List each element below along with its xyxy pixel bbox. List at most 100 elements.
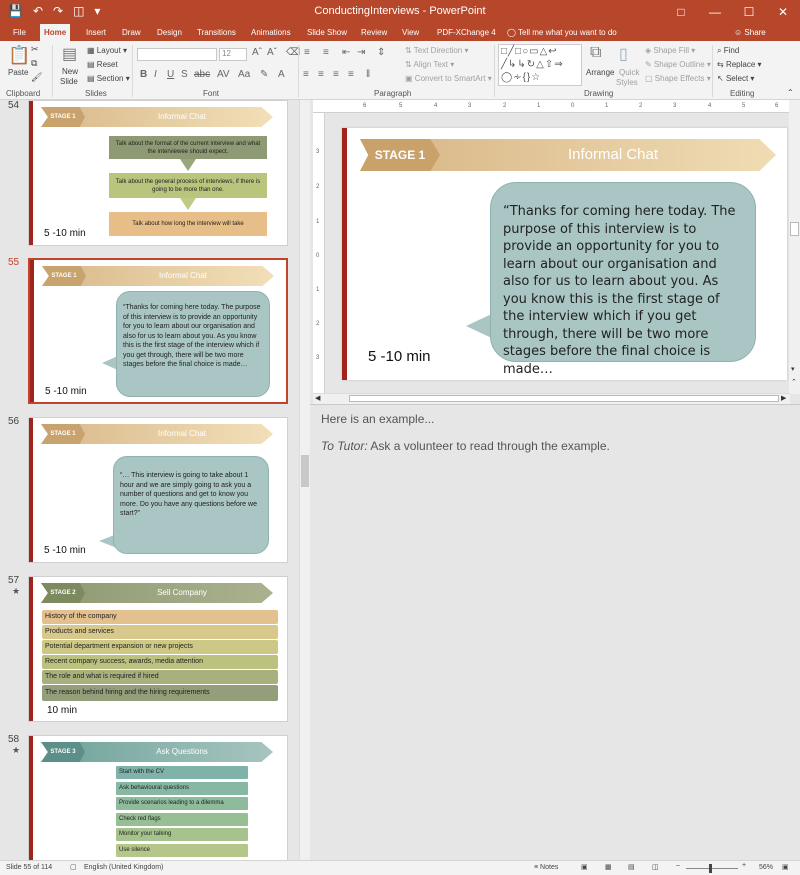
tab-transitions[interactable]: Transitions [193,24,240,41]
replace-button[interactable]: ⇆ Replace ▾ [717,60,762,69]
font-color-icon[interactable]: A [278,69,285,80]
bullets-icon[interactable]: ≡ [304,47,310,58]
align-center-icon[interactable]: ≡ [318,69,324,80]
language-label[interactable]: English (United Kingdom) [84,864,163,871]
quick-styles-label-2[interactable]: Styles [616,78,638,87]
increase-font-icon[interactable]: Aˆ [252,47,262,58]
reset-button[interactable]: ▤ Reset [87,60,118,69]
tab-design[interactable]: Design [153,24,186,41]
select-button[interactable]: ↖ Select ▾ [717,74,754,83]
font-size-box[interactable]: 12 [219,48,247,61]
quick-styles-icon[interactable]: ▯ [619,44,628,64]
spacing-icon[interactable]: AV [217,69,230,80]
shape-fill-button[interactable]: ◈ Shape Fill ▾ [645,46,695,55]
new-slide-label-1[interactable]: New [62,67,78,76]
slideshow-view-icon[interactable]: ◫ [652,863,659,871]
underline-icon[interactable]: U [167,69,174,80]
shapes-gallery[interactable]: □╱□○▭△↩ ╱↳↳↻△⇧⇒ ◯∻{}☆ [498,44,582,86]
highlight-icon[interactable]: ✎ [260,69,268,80]
tab-view[interactable]: View [398,24,423,41]
align-right-icon[interactable]: ≡ [333,69,339,80]
zoom-in-icon[interactable]: + [742,862,746,869]
increase-indent-icon[interactable]: ⇥ [357,47,365,58]
decrease-indent-icon[interactable]: ⇤ [342,47,350,58]
ribbon-display-icon[interactable]: □ [664,0,698,24]
fit-to-window-icon[interactable]: ▣ [782,863,789,871]
close-icon[interactable]: ✕ [766,0,800,24]
scroll-down-icon[interactable]: ▾ [791,365,795,373]
share-button[interactable]: ☺ Share [730,24,770,41]
italic-icon[interactable]: I [154,69,157,80]
previous-slide-icon[interactable]: ⌃ [791,378,797,386]
align-left-icon[interactable]: ≡ [303,69,309,80]
slide-sorter-icon[interactable]: ▦ [605,863,612,871]
notes-pane[interactable]: Here is an example... To Tutor: Ask a vo… [310,404,800,860]
new-slide-label-2[interactable]: Slide [60,77,78,86]
minimize-icon[interactable]: — [698,0,732,24]
scroll-right-icon[interactable]: ▶ [781,394,786,402]
decrease-font-icon[interactable]: Aˇ [267,47,277,58]
slide-thumbnail-54[interactable]: STAGE 1 Informal Chat Talk about the for… [28,100,288,246]
quote-bubble[interactable]: “Thanks for coming here today. The purpo… [490,182,756,377]
text-direction-icon: ⇅ [405,46,412,55]
tab-insert[interactable]: Insert [82,24,110,41]
new-slide-icon[interactable]: ▤ [62,44,77,64]
find-button[interactable]: ⌕ Find [717,46,739,56]
scroll-left-icon[interactable]: ◀ [315,394,320,402]
paste-button[interactable]: Paste [8,68,28,77]
zoom-out-icon[interactable]: – [676,862,680,869]
cut-icon[interactable]: ✂ [31,44,39,55]
normal-view-icon[interactable]: ▣ [581,863,588,871]
numbering-icon[interactable]: ≡ [323,47,329,58]
shadow-icon[interactable]: S [181,69,188,80]
arrange-icon[interactable]: ⧉ [590,44,601,62]
spellcheck-icon[interactable]: ▢ [70,863,77,871]
text-direction-button[interactable]: ⇅ Text Direction ▾ [405,46,469,55]
columns-icon[interactable]: ‖ [366,69,370,80]
slide-thumbnail-56[interactable]: STAGE 1 Informal Chat “… This interview … [28,417,288,563]
strikethrough-icon[interactable]: abc [194,69,210,80]
tab-slide-show[interactable]: Slide Show [303,24,351,41]
slide-thumbnail-58[interactable]: STAGE 3 Ask Questions Start with the CV … [28,735,288,860]
scrollbar-thumb[interactable] [790,222,799,236]
copy-icon[interactable]: ⧉ [31,58,37,69]
convert-smartart-button[interactable]: ▣ Convert to SmartArt ▾ [405,74,492,83]
justify-icon[interactable]: ≡ [348,69,354,80]
slide-scrollbar[interactable]: ▾ ⌃ [789,100,800,394]
quick-styles-label-1[interactable]: Quick [619,68,639,77]
zoom-level[interactable]: 56% [759,864,773,871]
maximize-icon[interactable]: ☐ [732,0,766,24]
arrange-button[interactable]: Arrange [586,68,614,77]
tab-animations[interactable]: Animations [247,24,295,41]
paste-icon[interactable]: 📋 [8,45,30,66]
duration-label[interactable]: 5 -10 min [368,348,431,365]
line-spacing-icon[interactable]: ⇕ [377,47,385,58]
horizontal-scrollbar[interactable]: ◀ ▶ [313,393,790,404]
notes-button[interactable]: ≡ Notes [534,864,558,871]
shape-effects-button[interactable]: ▢ Shape Effects ▾ [645,74,711,83]
tab-draw[interactable]: Draw [118,24,145,41]
shape-outline-button[interactable]: ✎ Shape Outline ▾ [645,60,711,69]
bold-icon[interactable]: B [140,69,147,80]
tab-home[interactable]: Home [40,24,71,41]
font-name-box[interactable] [137,48,217,61]
scrollbar-thumb[interactable] [349,395,779,402]
section-button[interactable]: ▤ Section ▾ [87,74,130,83]
slide-thumbnail-55[interactable]: STAGE 1 Informal Chat “Thanks for coming… [28,258,288,404]
tab-pdf-xchange[interactable]: PDF-XChange 4 [433,24,500,41]
tab-file[interactable]: File [9,24,30,41]
reading-view-icon[interactable]: ▤ [628,863,635,871]
zoom-slider-thumb[interactable] [709,864,712,873]
thumbnail-scrollbar[interactable] [299,100,310,860]
current-slide[interactable]: STAGE 1 Informal Chat “Thanks for coming… [342,128,787,380]
change-case-icon[interactable]: Aa [238,69,250,80]
slide-thumbnail-57[interactable]: STAGE 2 Sell Company History of the comp… [28,576,288,722]
collapse-ribbon-icon[interactable]: ⌃ [787,88,794,97]
tab-review[interactable]: Review [357,24,391,41]
align-text-button[interactable]: ⇅ Align Text ▾ [405,60,454,69]
zoom-slider-track[interactable] [686,868,738,869]
format-painter-icon[interactable]: 🖌 [31,72,42,83]
tell-me-search[interactable]: ◯ Tell me what you want to do [503,24,621,41]
scrollbar-thumb[interactable] [301,455,309,487]
layout-button[interactable]: ▦ Layout ▾ [87,46,127,55]
